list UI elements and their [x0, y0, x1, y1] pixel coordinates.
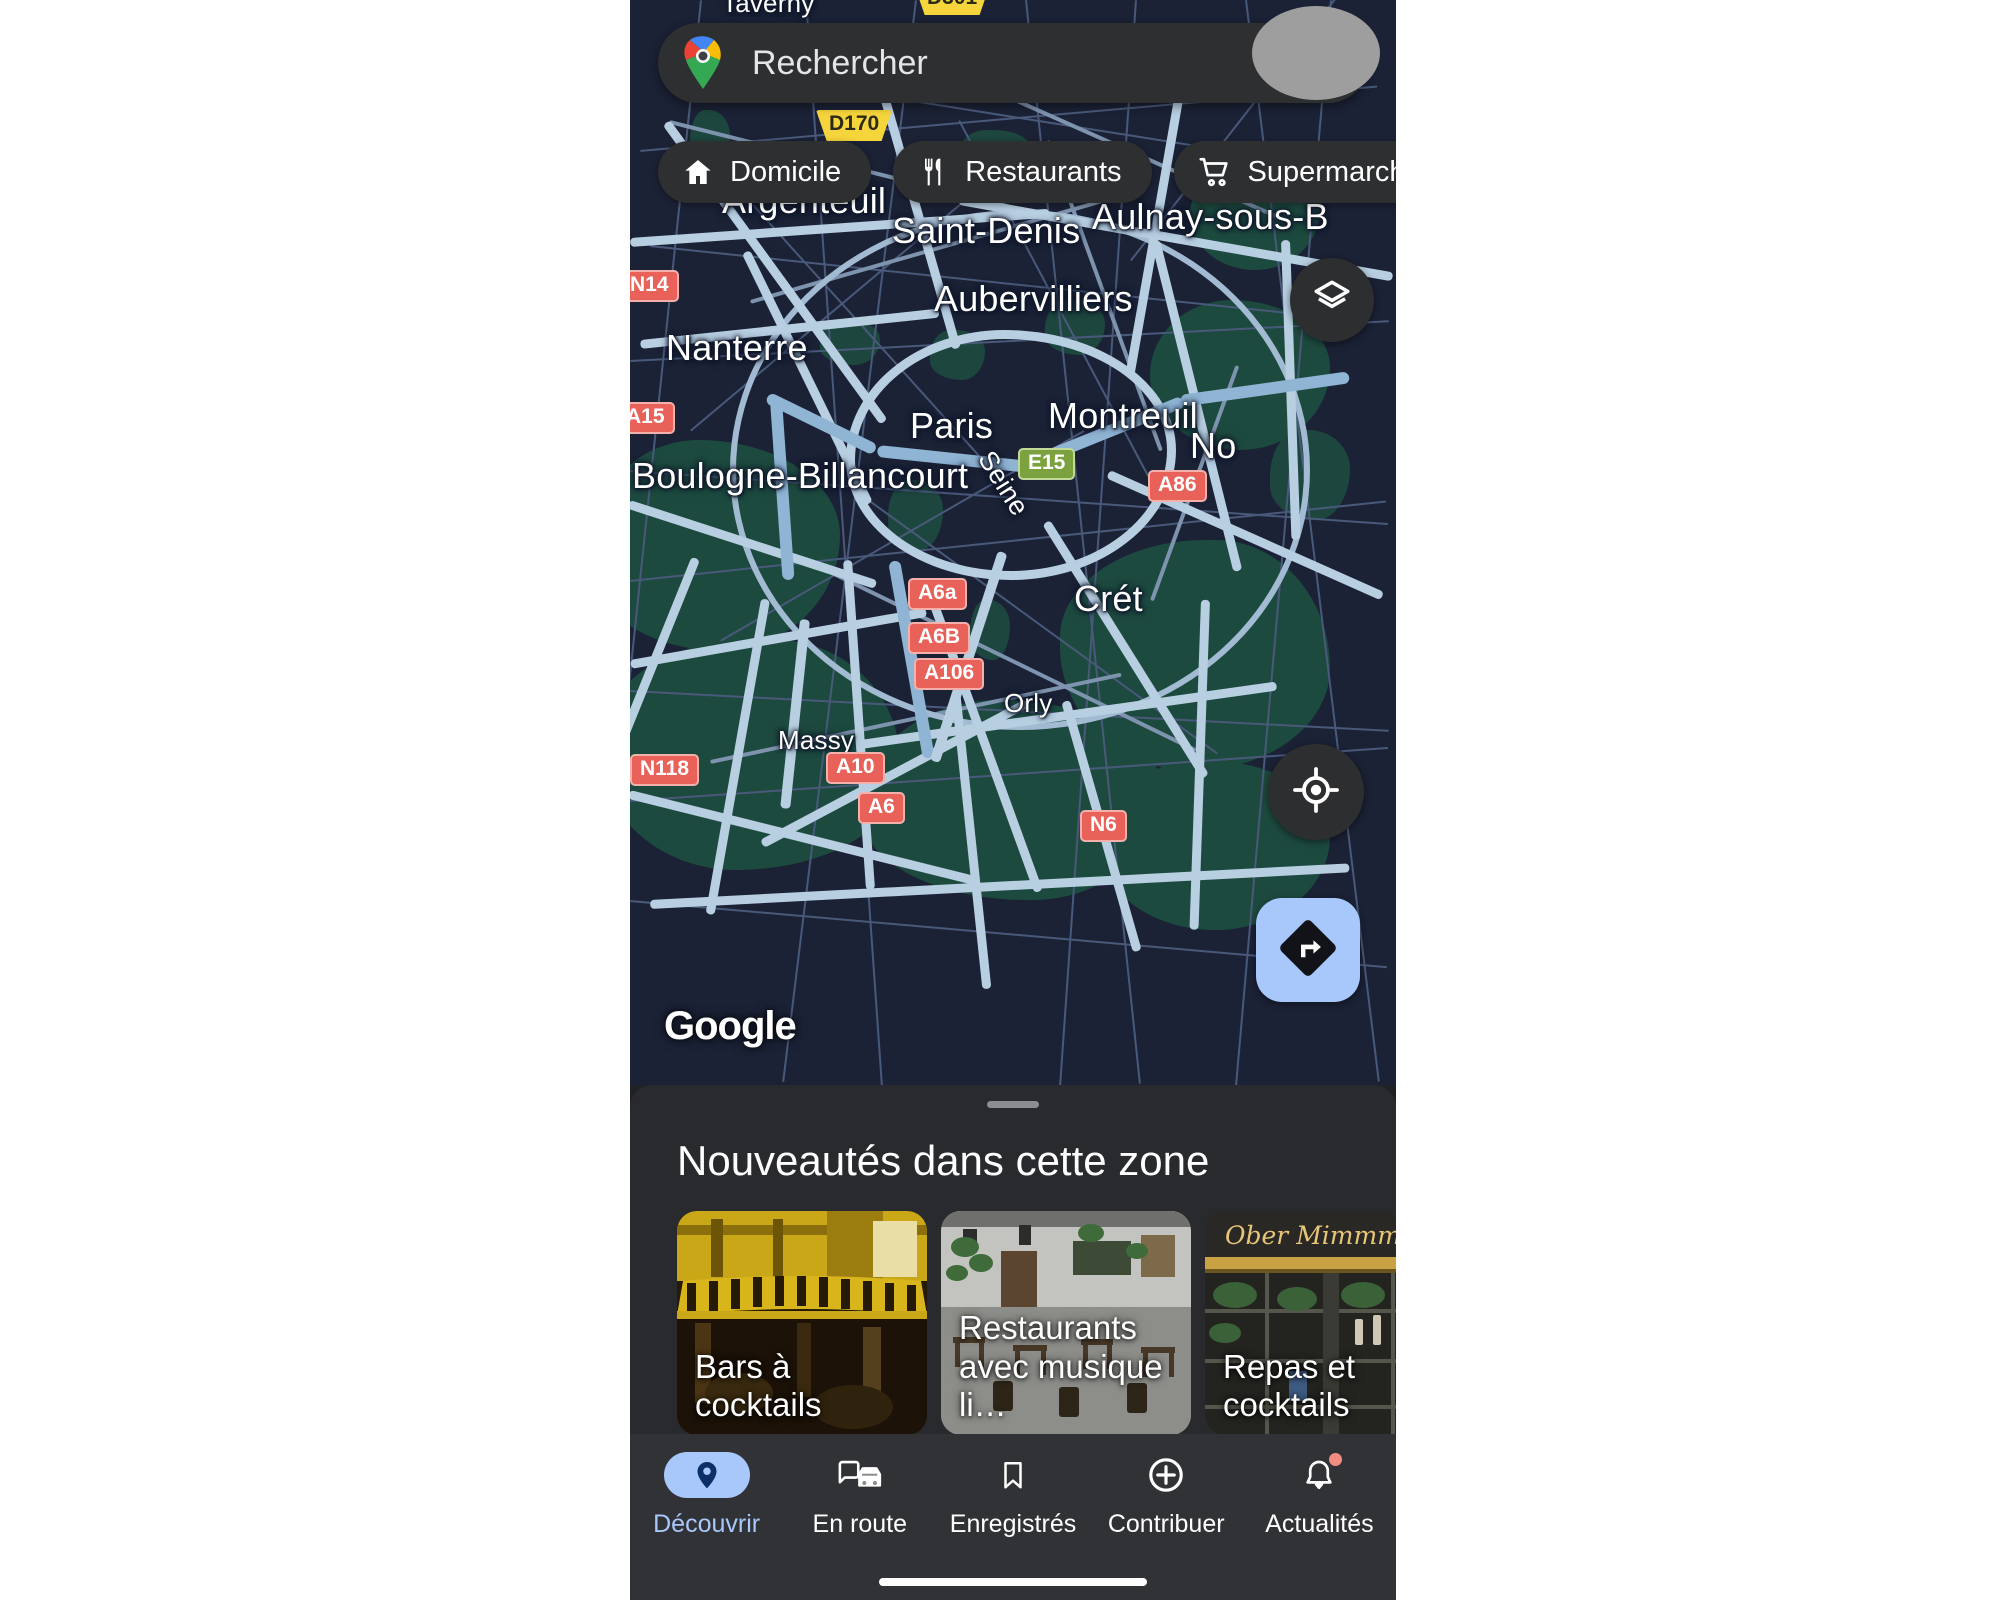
directions-button[interactable]: [1256, 898, 1360, 1002]
layers-icon: [1311, 277, 1353, 324]
map-pin-icon: [663, 1452, 750, 1498]
list-item[interactable]: Bars à cocktails: [677, 1211, 927, 1435]
my-location-button[interactable]: [1268, 744, 1364, 840]
card-title: Repas et cocktails: [1223, 1347, 1356, 1424]
plus-circle-icon: [1123, 1452, 1209, 1498]
nav-item-enregistres[interactable]: Enregistrés: [936, 1434, 1089, 1600]
map-label: Nanterre: [666, 327, 808, 368]
avatar[interactable]: [1252, 6, 1380, 100]
road-shield: N14: [630, 270, 679, 303]
home-indicator: [879, 1578, 1147, 1586]
card-title: Restaurants avec musique li…: [959, 1309, 1163, 1424]
map-label: Aubervilliers: [934, 278, 1133, 319]
chip-label: Supermarché: [1247, 155, 1396, 188]
nav-label: Actualités: [1265, 1510, 1374, 1538]
bottom-sheet[interactable]: Nouveautés dans cette zone Bars à cockta…: [630, 1085, 1396, 1435]
commute-icon: [817, 1452, 903, 1498]
chip-supermarche[interactable]: Supermarché: [1173, 141, 1396, 203]
notification-badge: [1329, 1453, 1343, 1466]
nav-label: Enregistrés: [949, 1510, 1077, 1538]
list-item[interactable]: Restaurants avec musique li…: [941, 1211, 1191, 1435]
road-shield: A6: [858, 792, 905, 825]
map-label: Saint-Denis: [892, 210, 1081, 251]
google-maps-pin-icon: [682, 36, 724, 90]
phone-screen: Taverny Argenteuil Saint-Denis Aulnay-so…: [630, 0, 1396, 1600]
nav-label: Découvrir: [653, 1510, 761, 1538]
nav-item-contribuer[interactable]: Contribuer: [1090, 1434, 1243, 1600]
map-label: Taverny: [722, 0, 815, 18]
road-shield: A10: [826, 752, 885, 785]
road-shield: N118: [630, 754, 700, 787]
road-shield: D170: [816, 110, 893, 142]
road-shield: A6a: [908, 578, 967, 611]
road-shield: E15: [1018, 448, 1076, 481]
sheet-drag-handle[interactable]: [987, 1101, 1039, 1108]
road-shield: A106: [914, 658, 985, 691]
nav-label: Contribuer: [1107, 1510, 1225, 1538]
map-label: Orly: [1004, 688, 1053, 718]
bell-icon: [1276, 1452, 1362, 1498]
road-shield: A86: [1148, 470, 1207, 503]
bookmark-icon: [970, 1452, 1056, 1498]
google-watermark: Google: [664, 1004, 797, 1048]
list-item[interactable]: Ober Mimmm Repas et cocktails: [1205, 1211, 1396, 1435]
sheet-title: Nouveautés dans cette zone: [677, 1137, 1210, 1184]
shopping-cart-icon: [1198, 155, 1232, 189]
restaurant-icon: [917, 156, 949, 188]
road-shield: N6: [1080, 810, 1127, 843]
nav-item-actualites[interactable]: Actualités: [1243, 1434, 1396, 1600]
quick-filter-chips: Domicile Restaurants Supermarc: [658, 141, 1396, 203]
layers-button[interactable]: [1290, 258, 1374, 342]
nav-item-en-route[interactable]: En route: [783, 1434, 936, 1600]
nav-label: En route: [812, 1510, 908, 1538]
road-shield: D301: [914, 0, 991, 16]
chip-label: Restaurants: [965, 155, 1122, 188]
screenshot-canvas: Taverny Argenteuil Saint-Denis Aulnay-so…: [0, 0, 2000, 1600]
search-input-placeholder[interactable]: Rechercher: [752, 44, 1294, 83]
map-label: Boulogne-Billancourt: [632, 455, 969, 496]
nav-item-decouvrir[interactable]: Découvrir: [630, 1434, 783, 1600]
road-shield: A6B: [908, 622, 971, 655]
map-label: No: [1190, 425, 1237, 466]
svg-text:Ober Mimmm: Ober Mimmm: [1225, 1221, 1396, 1250]
my-location-icon: [1292, 766, 1340, 819]
card-title: Bars à cocktails: [695, 1347, 822, 1424]
discovery-card-list: Bars à cocktails Restaurants avec musiqu…: [677, 1211, 1396, 1435]
map-label: Paris: [910, 405, 994, 446]
map-label: Crét: [1074, 578, 1143, 619]
directions-arrow-icon: [1277, 917, 1339, 984]
bottom-navigation: Découvrir En route Enregistrés Contribue…: [630, 1434, 1396, 1600]
chip-restaurants[interactable]: Restaurants: [893, 141, 1152, 203]
road-shield: A15: [630, 402, 675, 435]
map-label: Montreuil: [1048, 395, 1198, 436]
chip-domicile[interactable]: Domicile: [658, 141, 872, 203]
chip-label: Domicile: [730, 155, 842, 188]
home-icon: [682, 156, 714, 188]
